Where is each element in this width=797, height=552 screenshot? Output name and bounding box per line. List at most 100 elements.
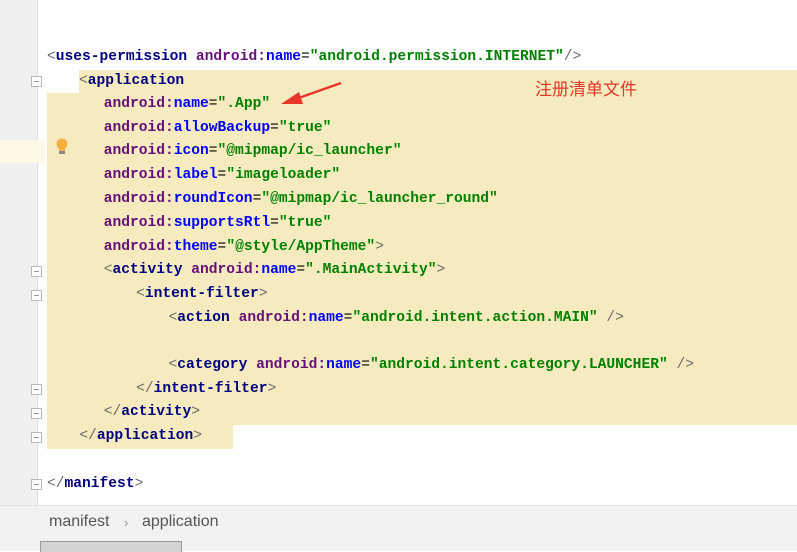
token-br: < [168, 357, 178, 373]
token-val: "android.permission.INTERNET" [309, 49, 564, 65]
token-ns: android: [256, 357, 327, 373]
token-ns: android: [103, 167, 174, 183]
red-arrow-annotation [281, 81, 342, 104]
token-ns: android: [191, 262, 262, 278]
code-line: </application> [47, 425, 234, 449]
token-attr: roundIcon [173, 191, 253, 207]
token-attr: name [265, 49, 301, 65]
breadcrumb-manifest[interactable]: manifest [49, 513, 109, 531]
token-tag: action [177, 310, 230, 326]
token-ns: android: [103, 239, 174, 255]
token-attr: icon [173, 143, 209, 159]
code-line: android:icon="@mipmap/ic_launcher" [47, 140, 797, 164]
token-br: </ [47, 476, 65, 492]
code-line: </manifest> [47, 473, 143, 497]
bottom-panel [0, 539, 797, 552]
token-br: < [136, 286, 145, 302]
fold-intent-filter-icon[interactable] [31, 290, 42, 301]
token-br: < [168, 310, 178, 326]
token-attr: name [261, 262, 297, 278]
code-line: <uses-permission android:name="android.p… [47, 46, 581, 70]
token-val: "true" [278, 120, 332, 136]
code-line: <intent-filter> [47, 283, 797, 307]
code-line: android:label="imageloader" [47, 164, 797, 188]
token-br: > [436, 262, 446, 278]
token-br: < [47, 49, 56, 65]
token-plain: = [296, 262, 306, 278]
code-line: <application [79, 70, 797, 94]
code-editor[interactable]: <uses-permission android:name="android.p… [38, 0, 797, 505]
token-tag: application [87, 73, 185, 89]
token-br: </ [79, 428, 97, 444]
chevron-right-icon: › [124, 515, 129, 530]
bottom-tab[interactable] [40, 541, 182, 552]
token-attr: allowBackup [173, 120, 271, 136]
token-ns: android: [103, 215, 174, 231]
token-plain: = [361, 357, 370, 373]
token-tag: application [96, 428, 194, 444]
token-br: > [375, 239, 384, 255]
fold-application-icon[interactable] [31, 76, 42, 87]
token-br: < [79, 73, 88, 89]
token-val: "imageloader" [226, 167, 341, 183]
token-plain: = [217, 167, 227, 183]
token-val: "android.intent.action.MAIN" [352, 310, 598, 326]
lightbulb-icon[interactable] [55, 138, 69, 156]
fold-end-activity-icon[interactable] [31, 408, 42, 419]
token-tag: intent-filter [144, 286, 259, 302]
token-br: /> [563, 49, 582, 65]
token-ns: android: [103, 120, 174, 136]
token-attr: supportsRtl [173, 215, 271, 231]
token-br: </ [136, 381, 154, 397]
token-attr: name [326, 357, 362, 373]
token-plain: = [208, 96, 218, 112]
token-val: "@style/AppTheme" [226, 239, 376, 255]
breadcrumb: manifest › application [0, 505, 797, 540]
code-line: android:theme="@style/AppTheme"> [47, 236, 797, 260]
token-ns: android: [103, 191, 174, 207]
token-val: "true" [278, 215, 332, 231]
token-attr: name [173, 96, 209, 112]
token-val: "android.intent.category.LAUNCHER" [369, 357, 668, 373]
token-val: "@mipmap/ic_launcher_round" [261, 191, 498, 207]
token-tag: uses-permission [55, 49, 188, 65]
token-ns: android: [238, 310, 309, 326]
token-val: ".App" [217, 96, 271, 112]
breadcrumb-application[interactable]: application [142, 513, 219, 531]
token-plain: = [270, 120, 279, 136]
fold-end-manifest-icon[interactable] [31, 479, 42, 490]
token-br: > [258, 286, 268, 302]
token-ns: android: [103, 96, 174, 112]
token-plain: = [208, 143, 218, 159]
token-plain: = [301, 49, 310, 65]
token-br: > [191, 404, 201, 420]
token-br: > [267, 381, 277, 397]
code-line [47, 331, 797, 355]
token-plain: = [217, 239, 227, 255]
token-br: </ [103, 404, 122, 420]
code-line: android:roundIcon="@mipmap/ic_launcher_r… [47, 188, 797, 212]
code-line: <action android:name="android.intent.act… [47, 307, 797, 331]
token-br: > [193, 428, 203, 444]
fold-activity-icon[interactable] [31, 266, 42, 277]
token-br: > [134, 476, 144, 492]
fold-end-application-icon[interactable] [31, 432, 42, 443]
token-tag: activity [112, 262, 183, 278]
token-ns: android: [103, 143, 174, 159]
annotation-text: 注册清单文件 [535, 80, 637, 99]
token-tag: category [177, 357, 248, 373]
token-attr: label [173, 167, 218, 183]
token-val: ".MainActivity" [305, 262, 437, 278]
code-line: </activity> [47, 401, 797, 425]
code-line: android:allowBackup="true" [47, 117, 797, 141]
token-tag: manifest [64, 476, 135, 492]
token-attr: name [308, 310, 344, 326]
token-tag: intent-filter [153, 381, 268, 397]
fold-end-intent-filter-icon[interactable] [31, 384, 42, 395]
code-line: android:name=".App" [47, 93, 797, 117]
token-val: "@mipmap/ic_launcher" [217, 143, 402, 159]
token-ns: android: [195, 49, 266, 65]
